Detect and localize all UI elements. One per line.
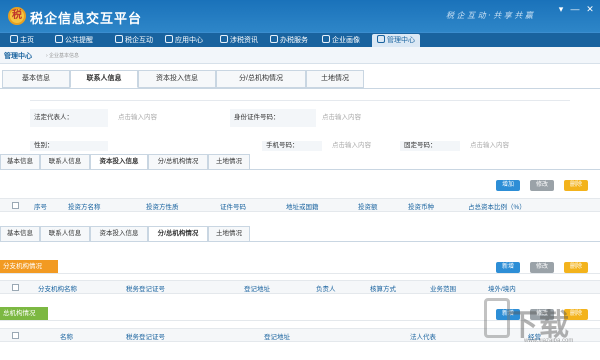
column-header: 登记地址: [264, 334, 290, 341]
column-header: 法人代表: [410, 334, 436, 341]
app-title: 税企信息交互平台: [30, 11, 143, 26]
delete-branch-button[interactable]: 删除: [564, 262, 588, 273]
nav-label: 企业画像: [332, 37, 360, 44]
column-header: 地址或国籍: [286, 204, 319, 211]
nav-label: 主页: [20, 37, 34, 44]
id-number-input[interactable]: 点击输入内容: [322, 109, 432, 127]
section-divider: [0, 273, 600, 274]
tab-contact-info[interactable]: 联系人信息: [70, 70, 138, 88]
tab-land-info[interactable]: 土地情况: [208, 154, 250, 170]
column-header: 投资方名称: [68, 204, 101, 211]
capital-table-header: 序号 投资方名称 投资方性质 证件号码 地址或国籍 投资额 投资币种 占总资本比…: [0, 198, 600, 212]
column-header: 负责人: [316, 286, 336, 293]
minimize-button[interactable]: —: [568, 3, 582, 15]
column-header: 占总资本比例（%）: [468, 204, 526, 211]
nav-item-enterprise-portrait[interactable]: 企业画像: [322, 34, 360, 47]
column-header: 业务范围: [430, 286, 456, 293]
select-all-checkbox[interactable]: [12, 284, 19, 291]
nav-label: 应用中心: [175, 37, 203, 44]
tab-land-info[interactable]: 土地情况: [208, 226, 250, 242]
column-header: 投资额: [358, 204, 378, 211]
head-office-section-title: 总机构情况: [0, 307, 48, 320]
download-watermark: 下载 www.xiazaiba.com: [478, 292, 596, 358]
breadcrumb: 管理中心 › 企业基本信息: [0, 47, 600, 64]
nav-item-public-reminder[interactable]: 公共提醒: [55, 34, 93, 47]
app-slogan: 税 企 互 动 · 共 享 共 赢: [446, 11, 533, 20]
portrait-icon: [322, 35, 330, 43]
nav-item-management-center[interactable]: 管理中心: [372, 34, 420, 47]
tabs-top: 基本信息 联系人信息 资本投入信息 分/总机构情况 土地情况: [0, 70, 600, 88]
apps-icon: [165, 35, 173, 43]
tab-divider: [0, 169, 600, 170]
column-header: 税务登记证号: [126, 286, 165, 293]
phone-input[interactable]: 点击输入内容: [470, 141, 550, 151]
download-site-icon: [484, 298, 510, 338]
add-branch-button[interactable]: 新增: [496, 262, 520, 273]
column-header: 名称: [60, 334, 73, 341]
nav-item-tax-news[interactable]: 涉税资讯: [220, 34, 258, 47]
nav-item-home[interactable]: 主页: [10, 34, 34, 47]
phone-label: 固定号码：: [400, 141, 460, 151]
chat-icon: [115, 35, 123, 43]
title-bar: 税 税企信息交互平台 税 企 互 动 · 共 享 共 赢 ▾ — ✕: [0, 0, 600, 32]
column-header: 投资币种: [408, 204, 434, 211]
home-icon: [10, 35, 18, 43]
nav-item-tax-service[interactable]: 办税服务: [270, 34, 308, 47]
column-header: 投资方性质: [146, 204, 179, 211]
menu-dropdown-icon[interactable]: ▾: [554, 3, 568, 15]
nav-item-interaction[interactable]: 税企互动: [115, 34, 153, 47]
nav-label: 税企互动: [125, 37, 153, 44]
id-number-label: 身份证件号码：: [230, 109, 316, 127]
nav-label: 管理中心: [387, 37, 415, 44]
tab-capital-info[interactable]: 资本投入信息: [138, 70, 216, 88]
column-header: 证件号码: [220, 204, 246, 211]
tab-contact-info[interactable]: 联系人信息: [40, 154, 90, 170]
legal-rep-input[interactable]: 点击输入内容: [118, 109, 228, 127]
gender-label: 性别：: [30, 141, 108, 151]
tab-divider: [0, 241, 600, 242]
contact-form: 法定代表人： 点击输入内容 身份证件号码： 点击输入内容 性别： 手机号码： 点…: [30, 100, 570, 152]
legal-rep-label: 法定代表人：: [30, 109, 108, 127]
close-button[interactable]: ✕: [583, 3, 597, 15]
news-icon: [220, 35, 228, 43]
main-nav: 主页 公共提醒 税企互动 应用中心 涉税资讯 办税服务 企业画像 管理中心: [0, 32, 600, 47]
tab-land-info[interactable]: 土地情况: [306, 70, 364, 88]
bell-icon: [55, 35, 63, 43]
column-header: 分支机构名称: [38, 286, 77, 293]
tab-branch-info[interactable]: 分/总机构情况: [216, 70, 306, 88]
nav-item-app-center[interactable]: 应用中心: [165, 34, 203, 47]
delete-investor-button[interactable]: 删除: [564, 180, 588, 191]
tab-basic-info[interactable]: 基本信息: [0, 154, 40, 170]
branch-section-title: 分支机构情况: [0, 260, 58, 273]
select-all-checkbox[interactable]: [12, 202, 19, 209]
column-header: 登记地址: [244, 286, 270, 293]
tab-branch-info[interactable]: 分/总机构情况: [148, 226, 208, 242]
tax-logo-icon: 税: [8, 7, 26, 25]
column-header: 核算方式: [370, 286, 396, 293]
breadcrumb-sub: › 企业基本信息: [46, 53, 80, 59]
column-header: 序号: [34, 204, 47, 211]
nav-label: 公共提醒: [65, 37, 93, 44]
tab-capital-info[interactable]: 资本投入信息: [90, 226, 148, 242]
tab-contact-info[interactable]: 联系人信息: [40, 226, 90, 242]
tab-basic-info[interactable]: 基本信息: [2, 70, 70, 88]
tab-branch-info[interactable]: 分/总机构情况: [148, 154, 208, 170]
watermark-url: www.xiazaiba.com: [524, 338, 574, 344]
select-all-checkbox[interactable]: [12, 332, 19, 339]
column-header: 税务登记证号: [126, 334, 165, 341]
add-investor-button[interactable]: 增加: [496, 180, 520, 191]
service-icon: [270, 35, 278, 43]
nav-label: 涉税资讯: [230, 37, 258, 44]
tab-capital-info[interactable]: 资本投入信息: [90, 154, 148, 170]
breadcrumb-main[interactable]: 管理中心: [4, 51, 32, 61]
manage-icon: [377, 35, 385, 43]
mobile-label: 手机号码：: [262, 141, 322, 151]
edit-investor-button[interactable]: 修改: [530, 180, 554, 191]
tab-basic-info[interactable]: 基本信息: [0, 226, 40, 242]
nav-label: 办税服务: [280, 37, 308, 44]
edit-branch-button[interactable]: 修改: [530, 262, 554, 273]
tab-divider: [0, 88, 600, 89]
